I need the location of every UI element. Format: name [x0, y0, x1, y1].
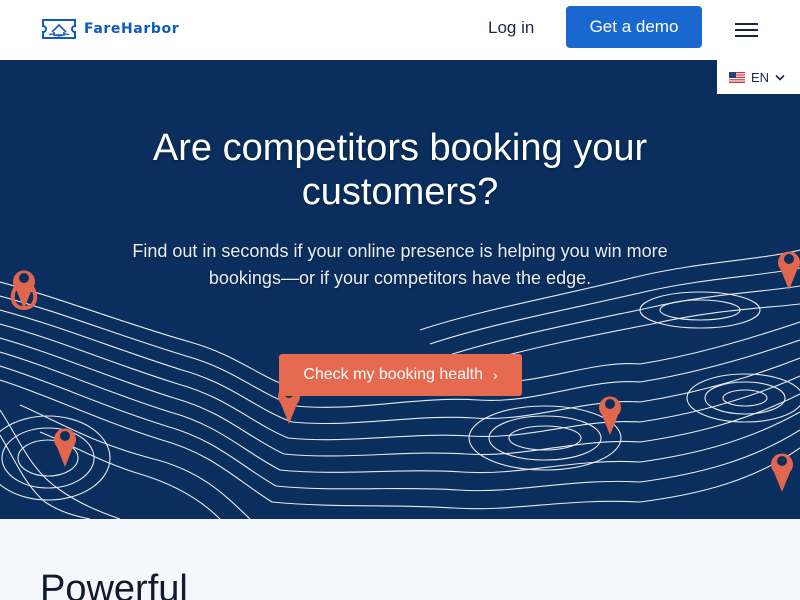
get-demo-button[interactable]: Get a demo [566, 6, 702, 48]
chevron-down-icon [775, 74, 785, 81]
hero-subtitle: Find out in seconds if your online prese… [132, 241, 668, 288]
language-label: EN [751, 69, 770, 85]
hero-title: Are competitors booking your customers? [152, 127, 648, 213]
logo-link[interactable]: FareHarbor [40, 17, 179, 41]
features-section: Powerful [0, 519, 800, 600]
hero-section: Are competitors booking your customers? … [0, 60, 800, 519]
login-link[interactable]: Log in [488, 18, 534, 38]
cta-label: Check my booking health [303, 366, 483, 383]
chevron-right-icon: › [492, 367, 498, 383]
ticket-logo-icon [42, 19, 76, 39]
section-title: Powerful [40, 568, 188, 600]
map-pin-icon [778, 251, 800, 290]
us-flag-icon [729, 71, 745, 83]
map-pin-icon [771, 453, 793, 492]
logo-text: FareHarbor [84, 21, 180, 37]
language-selector[interactable]: EN [717, 60, 800, 94]
map-pin-icon [54, 428, 76, 467]
hamburger-menu-icon[interactable] [732, 20, 760, 40]
check-booking-health-button[interactable]: Check my booking health › [279, 354, 522, 396]
site-header: FareHarbor Log in Get a demo [0, 0, 800, 60]
